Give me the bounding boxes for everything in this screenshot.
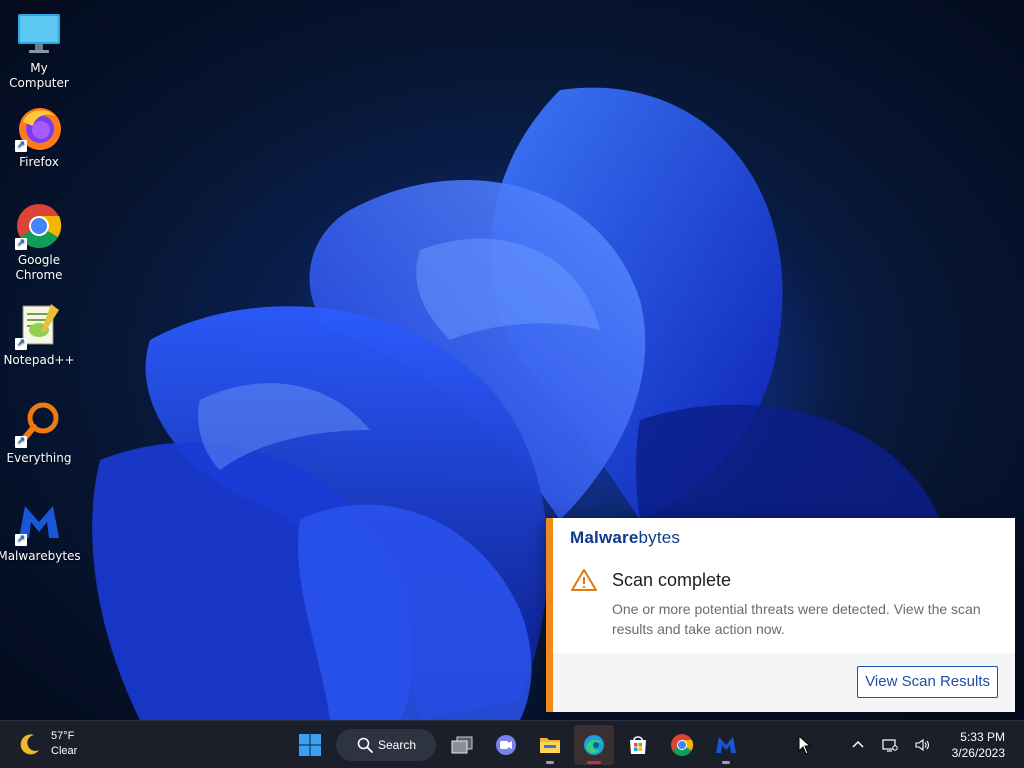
- desktop-icon-label: Malwarebytes: [0, 549, 81, 563]
- warning-icon: [571, 568, 597, 592]
- view-scan-results-button[interactable]: View Scan Results: [857, 666, 998, 698]
- edge-button[interactable]: [574, 725, 614, 765]
- running-indicator: [587, 761, 601, 764]
- notepadpp-icon: ↗: [15, 302, 63, 350]
- weather-text: 57°F Clear: [51, 729, 77, 759]
- clock-date: 3/26/2023: [951, 746, 1005, 760]
- brand-thin: bytes: [638, 528, 681, 547]
- speaker-icon: [915, 738, 929, 752]
- desktop-icon-everything[interactable]: ↗ Everything: [0, 400, 78, 466]
- chrome-icon: [671, 734, 694, 756]
- chevron-up-icon: [852, 740, 864, 748]
- monitor-icon: [15, 10, 63, 58]
- teams-chat-button[interactable]: [486, 725, 526, 765]
- weather-widget[interactable]: 57°F Clear: [18, 729, 77, 759]
- store-button[interactable]: [618, 725, 658, 765]
- task-view-button[interactable]: [442, 725, 482, 765]
- brand-bold: Malware: [570, 528, 639, 547]
- notification-title: Scan complete: [612, 570, 732, 590]
- weather-condition: Clear: [51, 745, 78, 757]
- shortcut-arrow-icon: ↗: [15, 436, 27, 448]
- malwarebytes-notification[interactable]: Malwarebytes Scan complete One or more p…: [546, 518, 1015, 712]
- file-explorer-icon: [540, 738, 560, 753]
- desktop-icon-google-chrome[interactable]: ↗ Google Chrome: [0, 202, 78, 283]
- shortcut-arrow-icon: ↗: [15, 140, 27, 152]
- desktop-icon-label: Everything: [6, 451, 72, 465]
- malwarebytes-taskbar-button[interactable]: [706, 725, 746, 765]
- mouse-cursor-icon: [798, 734, 812, 755]
- start-icon: [299, 734, 321, 756]
- store-icon: [630, 736, 646, 754]
- taskbar-center: Search: [288, 721, 748, 768]
- edge-icon: [584, 735, 604, 755]
- desktop-icon-label: Google Chrome: [15, 253, 63, 282]
- desktop-icon-notepadpp[interactable]: ↗ Notepad++: [0, 302, 78, 368]
- desktop-icon-malwarebytes[interactable]: ↗ Malwarebytes: [0, 498, 81, 564]
- running-indicator: [546, 761, 554, 764]
- taskbar: 57°F Clear Search 5:33 PM 3/26/2023: [0, 720, 1024, 768]
- desktop-icon-my-computer[interactable]: My Computer: [0, 10, 78, 91]
- desktop-icon-firefox[interactable]: ↗ Firefox: [0, 104, 78, 170]
- network-button[interactable]: [878, 733, 902, 757]
- show-hidden-icons-button[interactable]: [846, 733, 870, 757]
- desktop-icon-label: Firefox: [19, 155, 59, 169]
- task-view-icon: [451, 736, 473, 754]
- taskbar-search[interactable]: Search: [336, 729, 436, 761]
- shortcut-arrow-icon: ↗: [15, 238, 27, 250]
- system-tray: 5:33 PM 3/26/2023: [842, 721, 1024, 768]
- shortcut-arrow-icon: ↗: [15, 534, 27, 546]
- notification-brand: Malwarebytes: [570, 528, 680, 548]
- malwarebytes-icon: ↗: [15, 498, 63, 546]
- teams-chat-icon: [496, 735, 516, 755]
- file-explorer-button[interactable]: [530, 725, 570, 765]
- chrome-icon: ↗: [15, 202, 63, 250]
- desktop-icon-label: My Computer: [9, 61, 69, 90]
- start-button[interactable]: [290, 725, 330, 765]
- firefox-icon: ↗: [15, 104, 63, 152]
- network-icon: [882, 739, 898, 752]
- moon-icon: [18, 732, 42, 756]
- taskbar-clock[interactable]: 5:33 PM 3/26/2023: [944, 729, 1024, 761]
- notification-footer: View Scan Results: [553, 653, 1015, 712]
- search-icon: [357, 737, 373, 753]
- everything-search-icon: ↗: [15, 400, 63, 448]
- clock-time: 5:33 PM: [960, 730, 1005, 744]
- desktop-icon-label: Notepad++: [3, 353, 75, 367]
- volume-button[interactable]: [910, 733, 934, 757]
- search-label: Search: [378, 738, 417, 752]
- malwarebytes-icon: [716, 737, 736, 753]
- running-indicator: [722, 761, 730, 764]
- chrome-taskbar-button[interactable]: [662, 725, 702, 765]
- weather-temp: 57°F: [51, 730, 75, 742]
- notification-message: One or more potential threats were detec…: [612, 601, 981, 637]
- shortcut-arrow-icon: ↗: [15, 338, 27, 350]
